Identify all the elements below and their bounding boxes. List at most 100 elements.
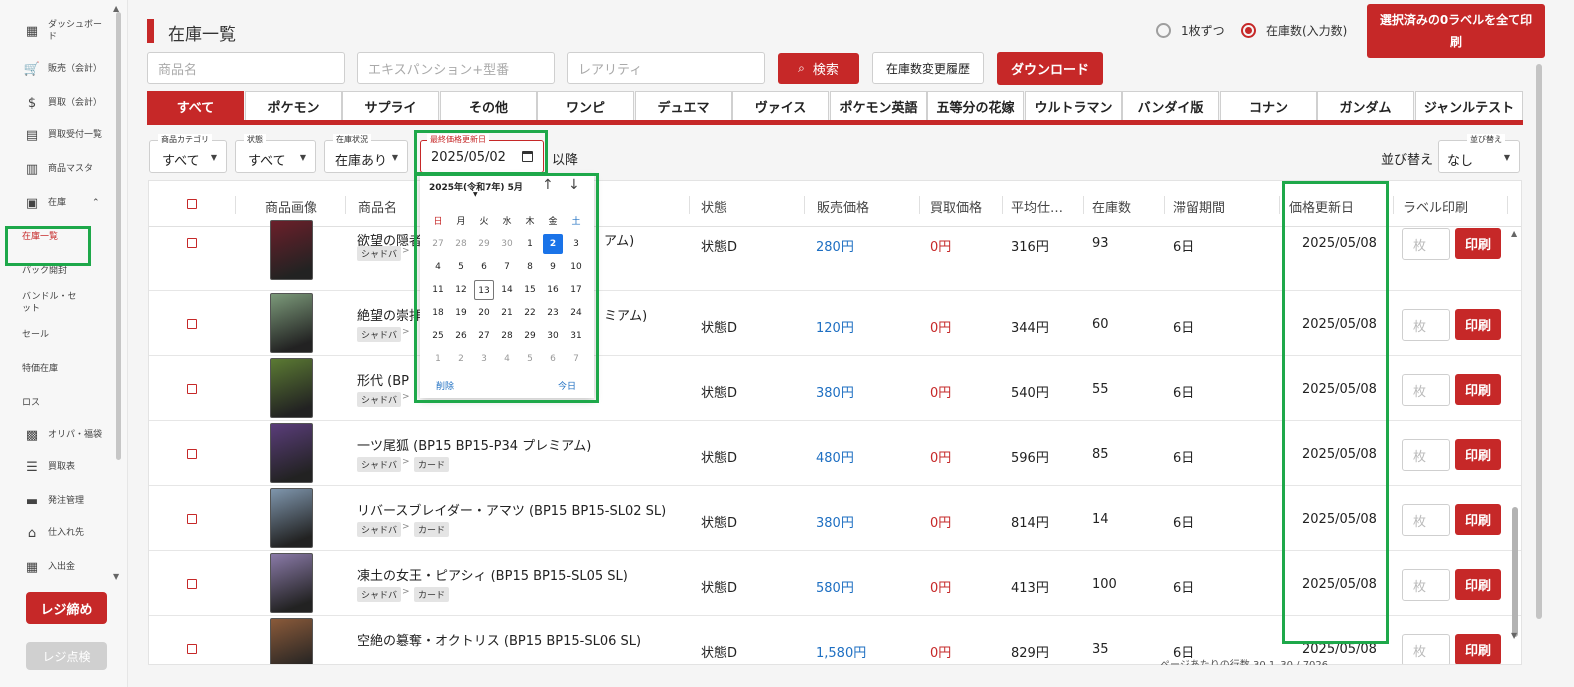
- col-image[interactable]: 商品画像: [265, 197, 317, 216]
- print-button[interactable]: 印刷: [1455, 569, 1501, 600]
- buy-price-cell[interactable]: 0円: [930, 512, 951, 531]
- sell-price-cell[interactable]: 1,580円: [816, 642, 866, 661]
- sidebar-item[interactable]: ▦ ダッシュボード: [0, 16, 114, 46]
- rarity-input[interactable]: レアリティ: [567, 52, 765, 84]
- check-register-button[interactable]: レジ点検: [26, 642, 107, 670]
- radio-quantity-circle[interactable]: [1241, 23, 1256, 38]
- print-button[interactable]: 印刷: [1455, 634, 1501, 664]
- print-button[interactable]: 印刷: [1455, 504, 1501, 535]
- buy-price-cell[interactable]: 0円: [930, 317, 951, 336]
- sidebar-item[interactable]: ▦ 入出金: [0, 552, 114, 582]
- col-avg-cost[interactable]: 平均仕…: [1011, 197, 1063, 216]
- sell-price-cell[interactable]: 380円: [816, 512, 854, 531]
- download-button[interactable]: ダウンロード: [997, 52, 1103, 85]
- close-register-button[interactable]: レジ締め: [26, 592, 107, 624]
- buy-price-cell[interactable]: 0円: [930, 642, 951, 661]
- radio-single-circle[interactable]: [1156, 23, 1171, 38]
- tab-genre[interactable]: ヴァイス: [732, 91, 829, 120]
- product-name[interactable]: 絶望の崇拝: [357, 305, 422, 324]
- tab-genre[interactable]: デュエマ: [635, 91, 732, 120]
- sidebar-item[interactable]: ▤ 買取受付一覧: [0, 120, 114, 150]
- card-image[interactable]: [270, 553, 313, 613]
- radio-single[interactable]: 1枚ずつ: [1156, 22, 1225, 39]
- sidebar-item[interactable]: バンドル・セット: [0, 288, 114, 318]
- product-name-input[interactable]: 商品名: [147, 52, 345, 84]
- row-checkbox[interactable]: [187, 449, 197, 459]
- table-scroll-thumb[interactable]: [1512, 507, 1518, 637]
- buy-price-cell[interactable]: 0円: [930, 447, 951, 466]
- expansion-input[interactable]: エキスパンション+型番: [357, 52, 555, 84]
- label-qty-input[interactable]: 枚: [1402, 569, 1450, 601]
- sidebar-item[interactable]: ▩ オリパ・福袋: [0, 420, 114, 450]
- stock-filter[interactable]: 在庫状況 在庫あり ▼: [324, 134, 408, 173]
- sidebar-item[interactable]: ▬ 発注管理: [0, 486, 114, 516]
- tab-genre[interactable]: コナン: [1220, 91, 1317, 120]
- search-button[interactable]: ⌕ 検索: [778, 53, 859, 84]
- radio-quantity[interactable]: 在庫数(入力数): [1241, 22, 1347, 39]
- category-filter[interactable]: 商品カテゴリ すべて ▼: [149, 134, 227, 173]
- print-button[interactable]: 印刷: [1455, 439, 1501, 470]
- col-name[interactable]: 商品名: [358, 197, 397, 216]
- row-checkbox[interactable]: [187, 579, 197, 589]
- tab-genre[interactable]: すべて: [147, 91, 244, 120]
- buy-price-cell[interactable]: 0円: [930, 577, 951, 596]
- scroll-down-icon[interactable]: ▼: [1511, 631, 1517, 640]
- print-button[interactable]: 印刷: [1455, 228, 1501, 259]
- row-checkbox[interactable]: [187, 514, 197, 524]
- card-image[interactable]: [270, 358, 313, 418]
- sidebar-item[interactable]: セール: [0, 320, 114, 350]
- sell-price-cell[interactable]: 580円: [816, 577, 854, 596]
- product-name[interactable]: リバースブレイダー・アマツ (BP15 BP15-SL02 SL): [357, 500, 666, 519]
- sort-select[interactable]: 並び替え なし ▼: [1438, 134, 1520, 173]
- card-image[interactable]: [270, 423, 313, 483]
- sidebar-scroll-down-icon[interactable]: ▼: [113, 572, 119, 581]
- card-image[interactable]: [270, 293, 313, 353]
- sidebar-item[interactable]: 🛒 販売（会計）: [0, 54, 114, 84]
- sidebar-item[interactable]: 特価在庫: [0, 354, 114, 384]
- select-all-checkbox[interactable]: [187, 199, 197, 209]
- sidebar-scrollbar[interactable]: [116, 12, 121, 460]
- scroll-up-icon[interactable]: ▲: [1511, 229, 1517, 238]
- product-name[interactable]: 一ツ尾狐 (BP15 BP15-P34 プレミアム): [357, 435, 591, 454]
- tab-genre[interactable]: サプライ: [342, 91, 439, 120]
- sidebar-scroll-up-icon[interactable]: ▲: [113, 4, 119, 13]
- card-image[interactable]: [270, 220, 313, 280]
- tab-genre[interactable]: その他: [440, 91, 537, 120]
- product-name[interactable]: 形代 (BP: [357, 370, 409, 389]
- card-image[interactable]: [270, 618, 313, 664]
- label-qty-input[interactable]: 枚: [1402, 374, 1450, 406]
- sidebar-item[interactable]: ロス: [0, 388, 114, 418]
- print-all-selected-button[interactable]: 選択済みの0ラベルを全て印刷: [1367, 4, 1545, 58]
- tab-genre[interactable]: 五等分の花嫁: [927, 91, 1024, 120]
- sell-price-cell[interactable]: 120円: [816, 317, 854, 336]
- tab-genre[interactable]: ウルトラマン: [1025, 91, 1122, 120]
- label-qty-input[interactable]: 枚: [1402, 228, 1450, 260]
- print-button[interactable]: 印刷: [1455, 309, 1501, 340]
- label-qty-input[interactable]: 枚: [1402, 634, 1450, 664]
- row-checkbox[interactable]: [187, 319, 197, 329]
- tab-genre[interactable]: ポケモン: [245, 91, 342, 120]
- row-checkbox[interactable]: [187, 384, 197, 394]
- row-checkbox[interactable]: [187, 238, 197, 248]
- sidebar-item[interactable]: ▣ 在庫 ⌃: [0, 188, 114, 218]
- sidebar-item[interactable]: $ 買取（会計）: [0, 88, 114, 118]
- col-state[interactable]: 状態: [701, 197, 727, 216]
- tab-genre[interactable]: バンダイ版: [1122, 91, 1219, 120]
- tab-genre[interactable]: ガンダム: [1317, 91, 1414, 120]
- chevron-up-icon[interactable]: ⌃: [92, 198, 100, 208]
- sidebar-item[interactable]: ☰ 買取表: [0, 452, 114, 482]
- sidebar-item[interactable]: ⌂ 仕入れ先: [0, 518, 114, 548]
- label-qty-input[interactable]: 枚: [1402, 439, 1450, 471]
- product-name[interactable]: 凍土の女王・ピアシィ (BP15 BP15-SL05 SL): [357, 565, 628, 584]
- col-stay[interactable]: 滞留期間: [1173, 197, 1225, 216]
- tab-genre[interactable]: ポケモン英語: [830, 91, 927, 120]
- row-checkbox[interactable]: [187, 644, 197, 654]
- label-qty-input[interactable]: 枚: [1402, 309, 1450, 341]
- sell-price-cell[interactable]: 280円: [816, 236, 854, 255]
- label-qty-input[interactable]: 枚: [1402, 504, 1450, 536]
- tab-genre[interactable]: ジャンルテスト: [1415, 91, 1523, 120]
- sell-price-cell[interactable]: 380円: [816, 382, 854, 401]
- buy-price-cell[interactable]: 0円: [930, 382, 951, 401]
- tab-genre[interactable]: ワンピ: [537, 91, 634, 120]
- col-label-print[interactable]: ラベル印刷: [1403, 197, 1468, 216]
